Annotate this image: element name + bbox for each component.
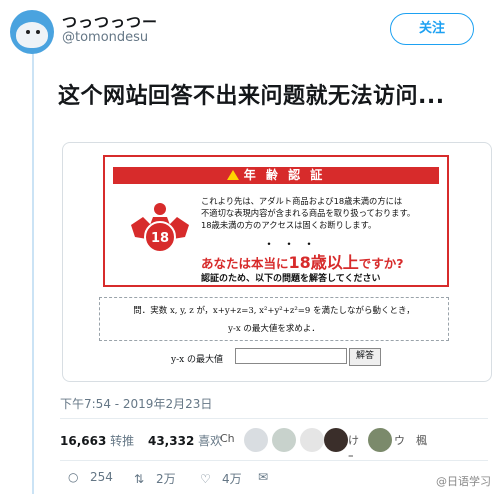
follow-button[interactable]: 关注 <box>390 13 474 45</box>
eye-icon <box>26 30 30 34</box>
divider <box>60 418 488 419</box>
verification-instruction: 認証のため、以下の問題を解答してください <box>201 274 381 284</box>
tweet-timestamp[interactable]: 下午7:54 - 2019年2月23日 <box>60 395 212 412</box>
age-warning-header: 年 齢 認 証 <box>113 167 439 184</box>
thread-line <box>32 52 34 494</box>
answer-label: y-x の最大値 <box>171 355 224 365</box>
adult-18-badge-icon: 18 <box>131 203 189 253</box>
liker-avatar[interactable] <box>300 428 324 452</box>
liker-avatar[interactable] <box>272 428 296 452</box>
retweet-button[interactable]: ⇅ 2万 <box>134 470 176 487</box>
answer-input[interactable] <box>235 348 347 364</box>
likes-count[interactable]: 43,332 <box>148 434 194 448</box>
reply-icon: ○ <box>68 470 79 484</box>
tweet-text: 这个网站回答不出来问题就无法访问... <box>58 84 445 109</box>
display-name[interactable]: つっつっつー <box>62 11 158 32</box>
like-button[interactable]: ♡ 4万 <box>200 470 242 487</box>
retweet-icon: ⇅ <box>134 472 145 486</box>
liker-name[interactable]: ウ <box>394 432 405 448</box>
engagement-stats: 16,663 转推 43,332 喜欢 <box>60 432 232 449</box>
eye-icon <box>36 30 40 34</box>
avatar[interactable] <box>10 10 54 54</box>
user-handle[interactable]: @tomondesu <box>62 30 148 45</box>
likes-label[interactable]: 喜欢 <box>198 434 222 448</box>
reply-button[interactable]: ○ 254 <box>68 470 113 484</box>
retweets-label[interactable]: 转推 <box>110 434 134 448</box>
heart-icon: ♡ <box>200 472 211 486</box>
liker-name[interactable]: Ch <box>220 432 235 445</box>
liker-avatar[interactable] <box>244 428 268 452</box>
watermark: @日语学习 <box>433 472 494 490</box>
age-notice: これより先は、アダルト商品および18歳未満の方には 不適切な表現内容が含まれる商… <box>201 196 416 230</box>
warning-icon <box>226 170 239 180</box>
divider <box>60 460 488 461</box>
svg-text:18: 18 <box>151 231 169 246</box>
liker-name[interactable]: 楓 <box>416 432 427 448</box>
direct-message-button[interactable]: ✉ <box>258 470 280 484</box>
seal-illustration <box>16 22 48 48</box>
age-verification-box: 年 齢 認 証 18 これより先は、アダルト商品および18歳未満の方には 不適切… <box>103 155 449 287</box>
liker-avatar[interactable] <box>368 428 392 452</box>
submit-answer-button[interactable]: 解答 <box>349 348 381 366</box>
age-question: あなたは本当に18歳以上ですか? <box>201 253 404 272</box>
tweet-image[interactable]: 年 齢 認 証 18 これより先は、アダルト商品および18歳未満の方には 不適切… <box>62 142 492 382</box>
retweets-count[interactable]: 16,663 <box>60 434 106 448</box>
liker-avatar[interactable] <box>324 428 348 452</box>
math-problem: 問．実数 x, y, z が，x+y+z=3, x²+y²+z²=9 を満たしな… <box>99 297 449 341</box>
envelope-icon: ✉ <box>258 470 269 484</box>
